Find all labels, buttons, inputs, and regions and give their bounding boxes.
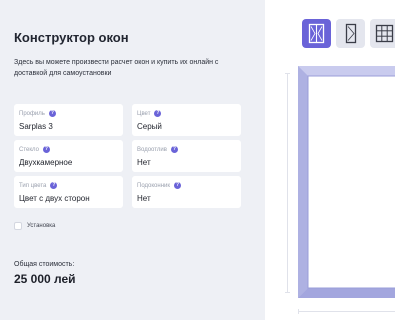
color-type-label: Тип цвета (19, 182, 47, 189)
sill-select[interactable]: Подоконник? Нет (132, 176, 241, 208)
window-double-icon (308, 23, 325, 44)
color-type-value: Цвет с двух сторон (19, 194, 90, 203)
page-title: Конструктор окон (14, 30, 129, 45)
height-dimension-line (287, 74, 288, 292)
window-type-grid-button[interactable] (370, 19, 395, 48)
color-label: Цвет (137, 110, 151, 117)
color-select[interactable]: Цвет? Серый (132, 104, 241, 136)
window-type-single-button[interactable] (336, 19, 365, 48)
height-dimension-tick (285, 73, 290, 74)
width-dimension-line (298, 311, 395, 312)
drain-select[interactable]: Водоотлив? Нет (132, 140, 241, 172)
sill-value: Нет (137, 194, 151, 203)
installation-label[interactable]: Установка (27, 223, 55, 229)
profile-select[interactable]: Профиль? Sarplas 3 (14, 104, 123, 136)
glass-value: Двухкамерное (19, 158, 73, 167)
help-icon[interactable]: ? (50, 182, 58, 189)
help-icon[interactable]: ? (42, 146, 50, 153)
profile-label: Профиль (19, 110, 45, 117)
installation-checkbox[interactable] (14, 222, 22, 230)
help-icon[interactable]: ? (48, 110, 56, 117)
drain-value: Нет (137, 158, 151, 167)
total-price: 25 000 лей (14, 272, 76, 286)
configurator-panel: Конструктор окон Здесь вы можете произве… (0, 0, 265, 320)
glass-label: Стекло (19, 146, 39, 153)
window-grid-icon (375, 24, 394, 43)
width-dimension-tick (298, 309, 299, 314)
color-type-select[interactable]: Тип цвета? Цвет с двух сторон (14, 176, 123, 208)
window-type-double-button[interactable] (302, 19, 331, 48)
page-description: Здесь вы можете произвести расчет окон и… (14, 59, 219, 77)
total-label: Общая стоимость: (14, 261, 75, 268)
height-dimension-tick (285, 292, 290, 293)
sill-label: Подоконник (137, 182, 170, 189)
glass-select[interactable]: Стекло? Двухкамерное (14, 140, 123, 172)
drain-label: Водоотлив (137, 146, 167, 153)
color-value: Серый (137, 122, 162, 131)
profile-value: Sarplas 3 (19, 122, 53, 131)
help-icon[interactable]: ? (154, 110, 162, 117)
help-icon[interactable]: ? (170, 146, 178, 153)
help-icon[interactable]: ? (174, 182, 181, 189)
window-preview (298, 66, 395, 298)
window-single-icon (345, 23, 357, 44)
